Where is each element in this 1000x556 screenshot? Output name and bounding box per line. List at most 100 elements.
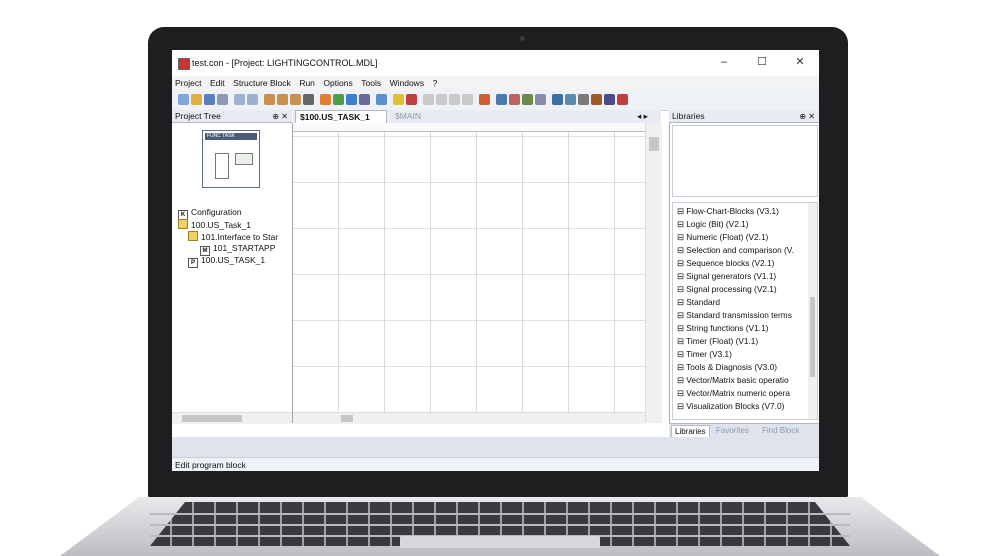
list-item[interactable]: ⊟ Logic (Bit) (V2.1)	[677, 219, 749, 229]
list-item[interactable]: ⊟ Sequence blocks (V2.1)	[677, 258, 774, 268]
vscroll-thumb[interactable]	[649, 137, 659, 151]
close-button[interactable]: ✕	[786, 53, 814, 71]
zoom-out-icon[interactable]	[247, 94, 258, 105]
list-item[interactable]: ⊟ Flow-Chart-Blocks (V3.1)	[677, 206, 779, 216]
tool-g-icon[interactable]	[346, 94, 357, 105]
libraries-vscroll[interactable]	[808, 203, 817, 419]
project-tree-pin-close-icon[interactable]: ⊕ ✕	[272, 110, 288, 123]
list-item[interactable]: ⊟ String functions (V1.1)	[677, 323, 768, 333]
save-icon[interactable]	[204, 94, 215, 105]
list-item[interactable]: ⊟ Vector/Matrix basic operatio	[677, 375, 789, 385]
preview-label: FUNC TASK	[205, 133, 257, 140]
tool-l-icon[interactable]	[496, 94, 507, 105]
tab-main[interactable]: $MAIN	[391, 110, 425, 123]
tree-hscroll[interactable]	[172, 412, 292, 424]
maximize-button[interactable]: ☐	[748, 53, 776, 71]
menu-options[interactable]: Options	[320, 76, 355, 90]
list-item[interactable]: ⊟ Signal processing (V2.1)	[677, 284, 777, 294]
delete-icon[interactable]	[462, 94, 473, 105]
project-tree: FUNC TASK K Configuration 100.US_Task_1 1…	[172, 123, 293, 424]
app-window: test.con - [Project: LIGHTINGCONTROL.MDL…	[172, 50, 819, 471]
output-area	[172, 437, 819, 457]
paste-icon[interactable]	[449, 94, 460, 105]
tool-u-icon[interactable]	[617, 94, 628, 105]
editor-hscroll[interactable]	[293, 412, 645, 424]
tool-o-icon[interactable]	[535, 94, 546, 105]
trackpad	[400, 536, 600, 548]
tool-k-icon[interactable]	[479, 94, 490, 105]
list-item[interactable]: ⊟ Standard	[677, 297, 720, 307]
cut-icon[interactable]	[423, 94, 434, 105]
tool-d-icon[interactable]	[303, 94, 314, 105]
list-item[interactable]: ⊟ Tools & Diagnosis (V3.0)	[677, 362, 777, 372]
project-tree-title: Project Tree	[175, 111, 221, 121]
editor-tabs: $100.US_TASK_1 ✕ $MAIN ◂ ▸	[293, 110, 661, 135]
tab-favorites[interactable]: Favorites	[713, 425, 752, 437]
list-item[interactable]: ⊟ Standard transmission terms	[677, 310, 792, 320]
app-icon	[178, 58, 190, 70]
tool-c-icon[interactable]	[290, 94, 301, 105]
tree-item-task[interactable]: 100.US_Task_1	[178, 219, 251, 230]
folder-icon	[178, 219, 188, 229]
editor-vscroll[interactable]	[645, 123, 662, 423]
editor-grid[interactable]	[293, 132, 645, 412]
tool-j-icon[interactable]	[406, 94, 417, 105]
undo-icon[interactable]	[376, 94, 387, 105]
menu-tools[interactable]: Tools	[358, 76, 384, 90]
program-editor[interactable]	[293, 123, 662, 424]
save-all-icon[interactable]	[217, 94, 228, 105]
tool-p-icon[interactable]	[552, 94, 563, 105]
tool-t-icon[interactable]	[604, 94, 615, 105]
list-item[interactable]: ⊟ Timer (V3.1)	[677, 349, 732, 359]
open-icon[interactable]	[191, 94, 202, 105]
tool-h-icon[interactable]	[359, 94, 370, 105]
tab-task-1[interactable]: $100.US_TASK_1 ✕	[295, 110, 387, 135]
libraries-scroll-thumb[interactable]	[810, 297, 815, 377]
title-bar: test.con - [Project: LIGHTINGCONTROL.MDL…	[172, 50, 819, 76]
menu-project[interactable]: Project	[172, 76, 204, 90]
menu-run[interactable]: Run	[296, 76, 318, 90]
tree-item-interface[interactable]: 101.Interface to Star	[188, 231, 278, 242]
tool-f-icon[interactable]	[333, 94, 344, 105]
tree-item-task-program[interactable]: P 100.US_TASK_1	[188, 255, 265, 268]
tool-a-icon[interactable]	[264, 94, 275, 105]
libraries-pin-close-icon[interactable]: ⊕ ✕	[799, 110, 815, 123]
tree-scroll-thumb[interactable]	[182, 415, 242, 422]
list-item[interactable]: ⊟ Selection and comparison (V.	[677, 245, 794, 255]
menu-help[interactable]: ?	[430, 76, 441, 90]
list-item[interactable]: ⊟ Numeric (Float) (V2.1)	[677, 232, 768, 242]
tool-q-icon[interactable]	[565, 94, 576, 105]
list-item[interactable]: ⊟ Visualization Blocks (V7.0)	[677, 401, 784, 411]
status-bar: Edit program block	[172, 457, 819, 471]
tool-i-icon[interactable]	[393, 94, 404, 105]
hscroll-thumb[interactable]	[341, 415, 353, 422]
menu-bar: Project Edit Structure Block Run Options…	[172, 76, 819, 91]
preview-block	[215, 153, 229, 179]
block-preview: FUNC TASK	[202, 130, 260, 188]
tool-b-icon[interactable]	[277, 94, 288, 105]
libraries-top-box	[672, 125, 818, 197]
folder-icon	[188, 231, 198, 241]
list-item[interactable]: ⊟ Signal generators (V1.1)	[677, 271, 776, 281]
menu-edit[interactable]: Edit	[207, 76, 228, 90]
menu-windows[interactable]: Windows	[387, 76, 427, 90]
new-icon[interactable]	[178, 94, 189, 105]
zoom-in-icon[interactable]	[234, 94, 245, 105]
tool-s-icon[interactable]	[591, 94, 602, 105]
menu-structure-block[interactable]: Structure Block	[230, 76, 294, 90]
tabs-scroll-arrows[interactable]: ◂ ▸	[633, 110, 652, 123]
tab-find-block[interactable]: Find Block	[759, 425, 802, 437]
copy-icon[interactable]	[436, 94, 447, 105]
list-item[interactable]: ⊟ Vector/Matrix numeric opera	[677, 388, 790, 398]
keyboard-row-divider	[150, 513, 850, 515]
toolbar	[172, 90, 819, 111]
tool-e-icon[interactable]	[320, 94, 331, 105]
minimize-button[interactable]: –	[710, 53, 738, 71]
tool-r-icon[interactable]	[578, 94, 589, 105]
libraries-list: ⊟ Flow-Chart-Blocks (V3.1) ⊟ Logic (Bit)…	[672, 202, 818, 420]
libraries-panel: ⊟ Flow-Chart-Blocks (V3.1) ⊟ Logic (Bit)…	[669, 123, 819, 423]
libraries-header: Libraries ⊕ ✕	[669, 110, 819, 123]
list-item[interactable]: ⊟ Timer (Float) (V1.1)	[677, 336, 758, 346]
tool-m-icon[interactable]	[509, 94, 520, 105]
tool-n-icon[interactable]	[522, 94, 533, 105]
